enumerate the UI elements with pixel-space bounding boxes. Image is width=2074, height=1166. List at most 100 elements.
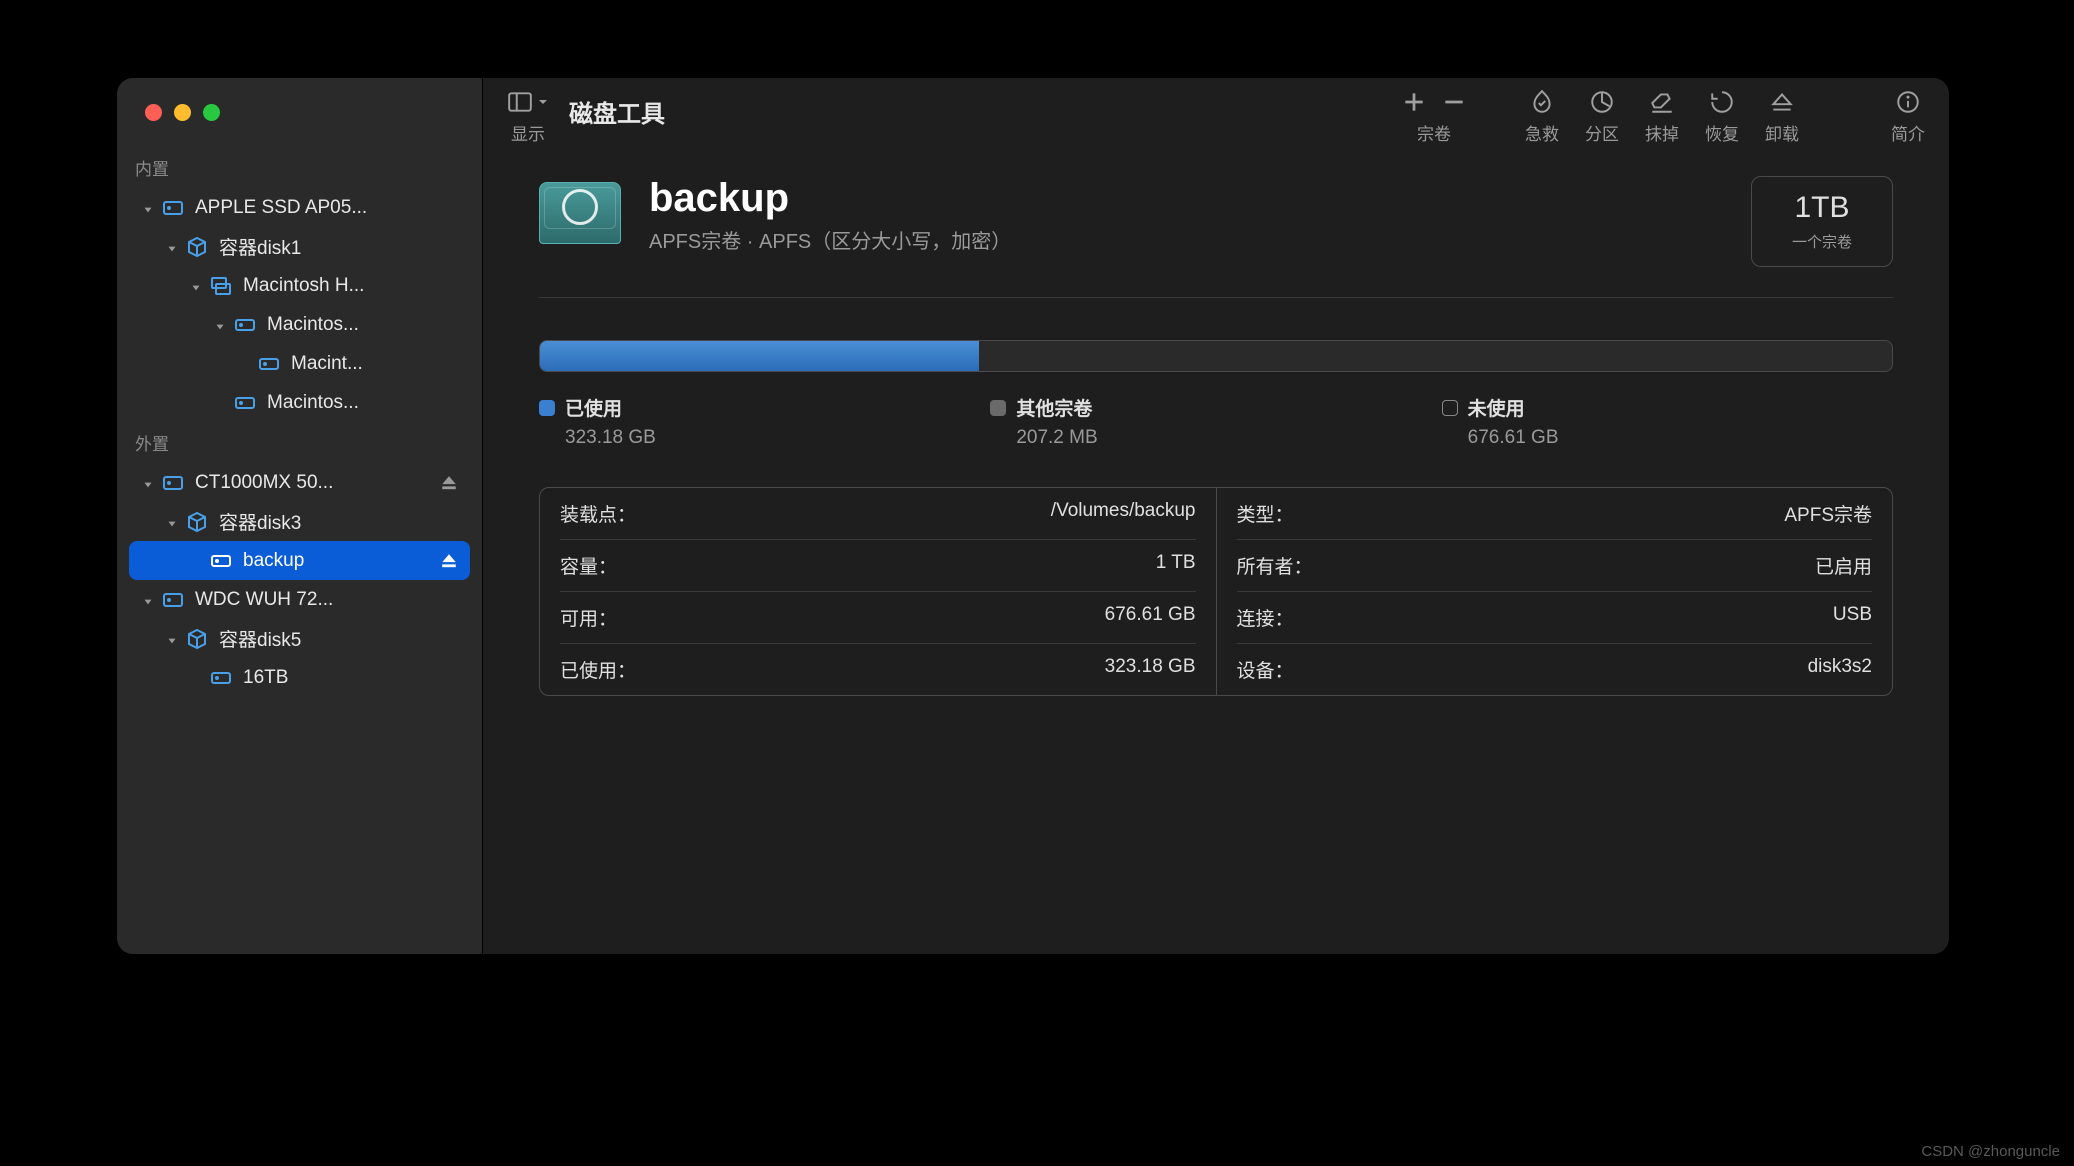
app-title: 磁盘工具 — [569, 94, 665, 129]
sidebar-item-label: Macintos... — [267, 392, 458, 414]
usage-used-segment — [540, 341, 979, 371]
volume-subtitle: APFS宗卷 · APFS（区分大小写，加密） — [649, 225, 1011, 254]
info-key: 类型： — [1237, 500, 1294, 527]
toolbar-label: 宗卷 — [1417, 120, 1451, 145]
sidebar-item[interactable]: WDC WUH 72... — [129, 580, 470, 619]
legend-value: 207.2 MB — [990, 427, 1441, 449]
view-menu[interactable]: 显示 — [507, 88, 549, 145]
eject-icon[interactable] — [440, 474, 458, 492]
volume-icon — [209, 666, 233, 690]
chevron-down-icon[interactable] — [213, 318, 227, 332]
sidebar-item[interactable]: 容器disk5 — [129, 619, 470, 658]
sidebar-item[interactable]: 容器disk3 — [129, 502, 470, 541]
sidebar-item[interactable]: CT1000MX 50... — [129, 463, 470, 502]
volumes-icon — [209, 274, 233, 298]
chevron-down-icon[interactable] — [141, 201, 155, 215]
chevron-down-icon — [537, 96, 549, 108]
sidebar-item[interactable]: 容器disk1 — [129, 227, 470, 266]
container-icon — [185, 627, 209, 651]
toolbar-plus-minus[interactable]: 宗卷 — [1401, 88, 1467, 145]
usage-bar — [539, 340, 1893, 372]
usage-legend: 已使用323.18 GB其他宗卷207.2 MB 未使用 676.61 GB — [539, 394, 1893, 449]
toolbar-erase[interactable]: 抹掉 — [1645, 88, 1679, 145]
toolbar-partition[interactable]: 分区 — [1585, 88, 1619, 145]
legend-label: 未使用 — [1468, 394, 1525, 421]
chevron-down-icon[interactable] — [141, 593, 155, 607]
info-value: 已启用 — [1815, 552, 1872, 579]
sidebar-item[interactable]: Macint... — [129, 344, 470, 383]
legend-item: 其他宗卷207.2 MB — [990, 394, 1441, 449]
chevron-down-icon — [189, 554, 203, 568]
info-row: 已使用：323.18 GB — [560, 644, 1196, 695]
close-button[interactable] — [145, 104, 162, 121]
divider — [539, 297, 1893, 298]
sidebar-item[interactable]: Macintos... — [129, 383, 470, 422]
toolbar-label: 简介 — [1891, 120, 1925, 145]
zoom-button[interactable] — [203, 104, 220, 121]
plus-minus-icon — [1401, 88, 1467, 116]
sidebar-item[interactable]: Macintosh H... — [129, 266, 470, 305]
firstaid-icon — [1529, 88, 1555, 116]
sidebar-item-label: WDC WUH 72... — [195, 589, 458, 611]
sidebar-item[interactable]: Macintos... — [129, 305, 470, 344]
chevron-down-icon[interactable] — [165, 515, 179, 529]
toolbar-restore[interactable]: 恢复 — [1705, 88, 1739, 145]
sidebar-item[interactable]: backup — [129, 541, 470, 580]
sidebar-item-label: backup — [243, 550, 440, 572]
info-key: 所有者： — [1237, 552, 1313, 579]
info-key: 设备： — [1237, 656, 1294, 683]
volume-icon — [209, 549, 233, 573]
sidebar-item-label: 容器disk5 — [219, 625, 458, 652]
info-value: /Volumes/backup — [1051, 500, 1196, 527]
partition-icon — [1589, 88, 1615, 116]
info-key: 装载点： — [560, 500, 636, 527]
chevron-down-icon[interactable] — [165, 240, 179, 254]
info-row: 装载点： /Volumes/backup — [560, 488, 1196, 540]
info-row: 可用： 676.61 GB — [560, 592, 1196, 644]
toolbar-label: 恢复 — [1705, 120, 1739, 145]
sidebar-item[interactable]: 16TB — [129, 658, 470, 697]
info-key: 可用： — [560, 604, 617, 631]
minimize-button[interactable] — [174, 104, 191, 121]
info-value: disk3s2 — [1808, 656, 1872, 683]
sidebar-item-label: Macintos... — [267, 314, 458, 336]
chevron-down-icon[interactable] — [189, 279, 203, 293]
info-value: 676.61 GB — [1105, 604, 1196, 631]
unmount-icon — [1769, 88, 1795, 116]
chevron-down-icon[interactable] — [141, 476, 155, 490]
toolbar-label: 分区 — [1585, 120, 1619, 145]
sidebar-toggle-icon — [507, 88, 549, 116]
volume-name: backup — [649, 176, 1011, 221]
volume-icon — [233, 313, 257, 337]
info-row: 类型：APFS宗卷 — [1237, 488, 1873, 540]
info-value: 1 TB — [1156, 552, 1196, 579]
toolbar-label: 抹掉 — [1645, 120, 1679, 145]
legend-swatch — [990, 400, 1006, 416]
main-panel: 显示 磁盘工具 宗卷 急救分区 抹掉 恢复 卸载简介 backup APFS宗卷 · A… — [483, 78, 1949, 954]
legend-swatch — [539, 400, 555, 416]
toolbar-unmount[interactable]: 卸载 — [1765, 88, 1799, 145]
legend-item: 已使用323.18 GB — [539, 394, 990, 449]
sidebar-item-label: CT1000MX 50... — [195, 472, 440, 494]
eject-icon[interactable] — [440, 552, 458, 570]
chevron-down-icon[interactable] — [165, 632, 179, 646]
volume-icon — [257, 352, 281, 376]
capacity-box: 1TB 一个宗卷 — [1751, 176, 1893, 267]
info-value: 323.18 GB — [1105, 656, 1196, 683]
sidebar-item-label: 容器disk3 — [219, 508, 458, 535]
sidebar-item-label: 16TB — [243, 667, 458, 689]
sidebar-item-label: 容器disk1 — [219, 233, 458, 260]
info-row: 所有者： 已启用 — [1237, 540, 1873, 592]
capacity-value: 1TB — [1792, 191, 1852, 225]
legend-item: 未使用 676.61 GB — [1442, 394, 1893, 449]
legend-value: 676.61 GB — [1442, 427, 1893, 449]
sidebar-item-label: Macint... — [291, 353, 458, 375]
disk-icon — [161, 588, 185, 612]
sidebar-item-label: APPLE SSD AP05... — [195, 197, 458, 219]
toolbar-info[interactable]: 简介 — [1891, 88, 1925, 145]
legend-label: 已使用 — [565, 394, 622, 421]
disk-icon — [161, 196, 185, 220]
sidebar-item[interactable]: APPLE SSD AP05... — [129, 188, 470, 227]
toolbar-firstaid[interactable]: 急救 — [1525, 88, 1559, 145]
volume-icon — [539, 182, 621, 244]
